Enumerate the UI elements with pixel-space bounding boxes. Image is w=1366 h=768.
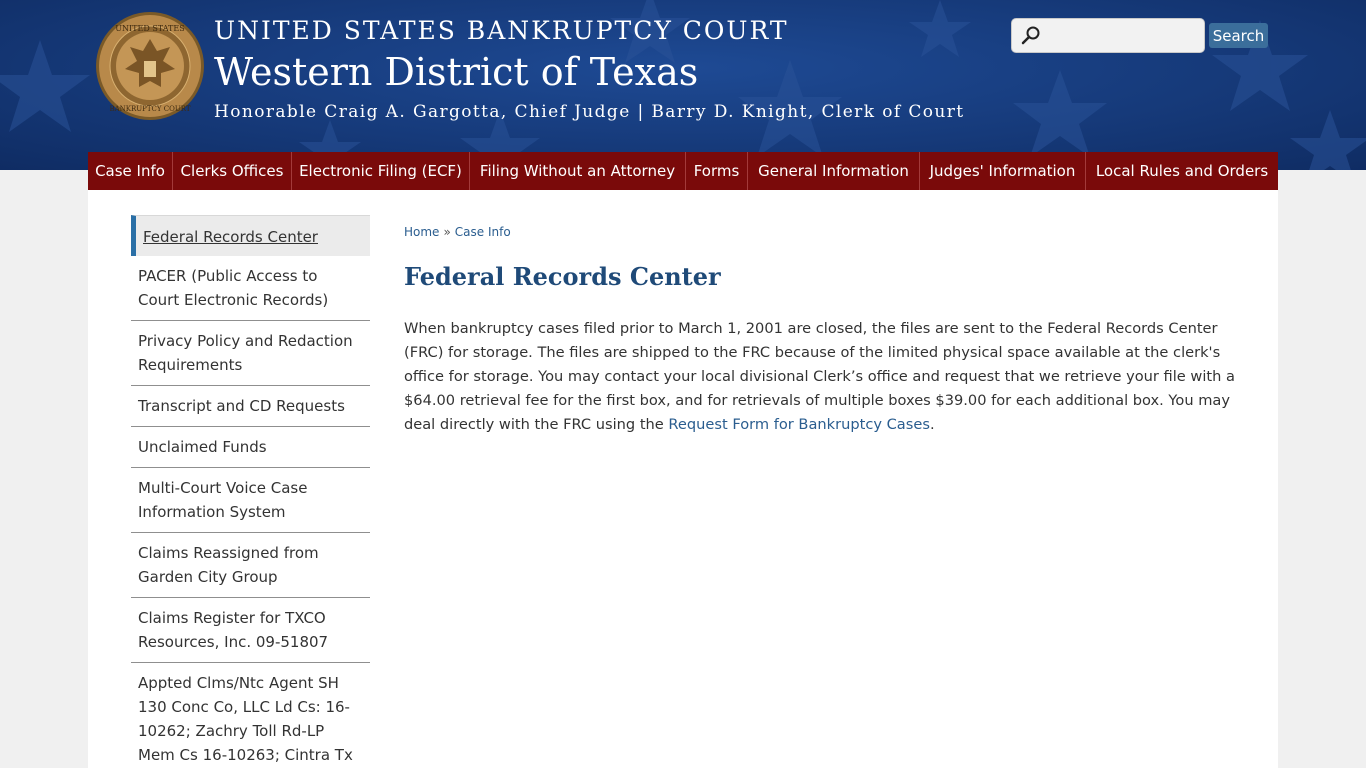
sidebar-item-transcript-cd-requests[interactable]: Transcript and CD Requests xyxy=(131,386,370,427)
paragraph-end: . xyxy=(929,416,935,433)
search-input[interactable] xyxy=(1046,23,1196,48)
court-name: UNITED STATES BANKRUPTCY COURT xyxy=(214,16,789,45)
court-officials: Honorable Craig A. Gargotta, Chief Judge… xyxy=(214,102,965,122)
svg-text:UNITED STATES: UNITED STATES xyxy=(115,24,184,33)
sidebar-item-pacer[interactable]: PACER (Public Access to Court Electronic… xyxy=(131,256,370,321)
search-field[interactable] xyxy=(1011,18,1205,53)
nav-item-filing-without-attorney[interactable]: Filing Without an Attorney xyxy=(470,152,686,190)
breadcrumb: Home » Case Info xyxy=(404,225,511,239)
sidebar-item-multi-court-voice[interactable]: Multi-Court Voice Case Information Syste… xyxy=(131,468,370,533)
sidebar-item-claims-reassigned[interactable]: Claims Reassigned from Garden City Group xyxy=(131,533,370,598)
breadcrumb-separator: » xyxy=(443,225,451,239)
main-nav: Case Info Clerks Offices Electronic Fili… xyxy=(88,152,1278,190)
sidebar-item-claims-register-txco[interactable]: Claims Register for TXCO Resources, Inc.… xyxy=(131,598,370,663)
sidebar-item-privacy-policy[interactable]: Privacy Policy and Redaction Requirement… xyxy=(131,321,370,386)
search-icon xyxy=(1021,26,1040,45)
nav-item-general-information[interactable]: General Information xyxy=(748,152,920,190)
breadcrumb-home-link[interactable]: Home xyxy=(404,225,439,239)
sidebar-item-unclaimed-funds[interactable]: Unclaimed Funds xyxy=(131,427,370,468)
sidebar-item-appted-clms-agent[interactable]: Appted Clms/Ntc Agent SH 130 Conc Co, LL… xyxy=(131,663,370,768)
nav-item-forms[interactable]: Forms xyxy=(686,152,748,190)
nav-item-local-rules[interactable]: Local Rules and Orders xyxy=(1086,152,1278,190)
sidebar-item-federal-records-center[interactable]: Federal Records Center xyxy=(131,215,370,256)
court-seal-logo: UNITED STATES BANKRUPTCY COURT xyxy=(96,12,204,120)
nav-item-clerks-offices[interactable]: Clerks Offices xyxy=(173,152,292,190)
site-header: UNITED STATES BANKRUPTCY COURT UNITED ST… xyxy=(0,0,1366,170)
body-paragraph: When bankruptcy cases filed prior to Mar… xyxy=(404,317,1260,437)
search-button[interactable]: Search xyxy=(1209,23,1268,48)
sidebar-menu: Federal Records Center PACER (Public Acc… xyxy=(131,215,370,768)
svg-text:BANKRUPTCY COURT: BANKRUPTCY COURT xyxy=(109,105,190,113)
breadcrumb-case-info-link[interactable]: Case Info xyxy=(455,225,511,239)
nav-item-judges-information[interactable]: Judges' Information xyxy=(920,152,1086,190)
page-title: Federal Records Center xyxy=(404,262,721,291)
nav-item-case-info[interactable]: Case Info xyxy=(88,152,173,190)
district-name: Western District of Texas xyxy=(214,50,699,94)
request-form-link[interactable]: Request Form for Bankruptcy Cases xyxy=(668,416,930,433)
nav-item-electronic-filing[interactable]: Electronic Filing (ECF) xyxy=(292,152,470,190)
